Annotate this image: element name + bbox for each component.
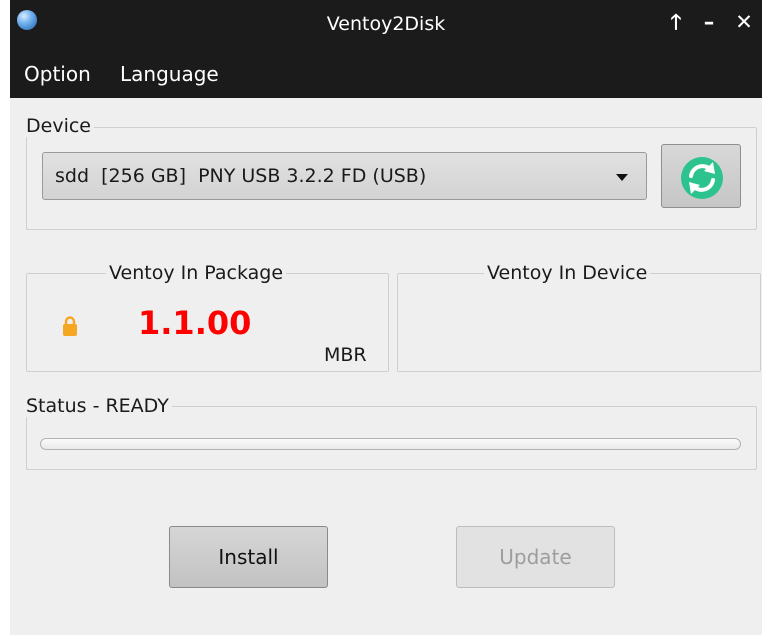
lock-icon: [63, 316, 77, 336]
title-bar[interactable]: Ventoy2Disk 🡑 – ✕: [10, 0, 762, 56]
menu-language[interactable]: Language: [120, 59, 219, 89]
package-version: 1.1.00: [138, 304, 252, 342]
install-button[interactable]: Install: [169, 526, 328, 588]
device-group-label: Device: [23, 115, 94, 137]
ventoy2disk-window: Ventoy2Disk 🡑 – ✕ Option Language Device…: [10, 0, 762, 635]
progress-bar: [40, 438, 741, 450]
maximize-button[interactable]: 🡑: [664, 10, 688, 34]
window-title: Ventoy2Disk: [326, 13, 446, 35]
chevron-down-icon: [616, 174, 628, 181]
package-group-label: Ventoy In Package: [106, 262, 287, 284]
status-label: Status - READY: [23, 395, 172, 417]
device-select-value: sdd [256 GB] PNY USB 3.2.2 FD (USB): [55, 165, 427, 187]
refresh-icon: [681, 157, 723, 199]
device-select[interactable]: sdd [256 GB] PNY USB 3.2.2 FD (USB): [42, 152, 647, 200]
minimize-button[interactable]: –: [697, 10, 721, 34]
update-button: Update: [456, 526, 615, 588]
ventoy-app-icon: [17, 10, 37, 30]
menu-option[interactable]: Option: [24, 59, 91, 89]
device-version-group: [397, 273, 761, 372]
close-button[interactable]: ✕: [732, 10, 756, 34]
device-version-group-label: Ventoy In Device: [484, 262, 651, 284]
refresh-button[interactable]: [661, 144, 741, 208]
partition-style: MBR: [324, 344, 367, 366]
menu-bar: Option Language: [10, 56, 762, 98]
